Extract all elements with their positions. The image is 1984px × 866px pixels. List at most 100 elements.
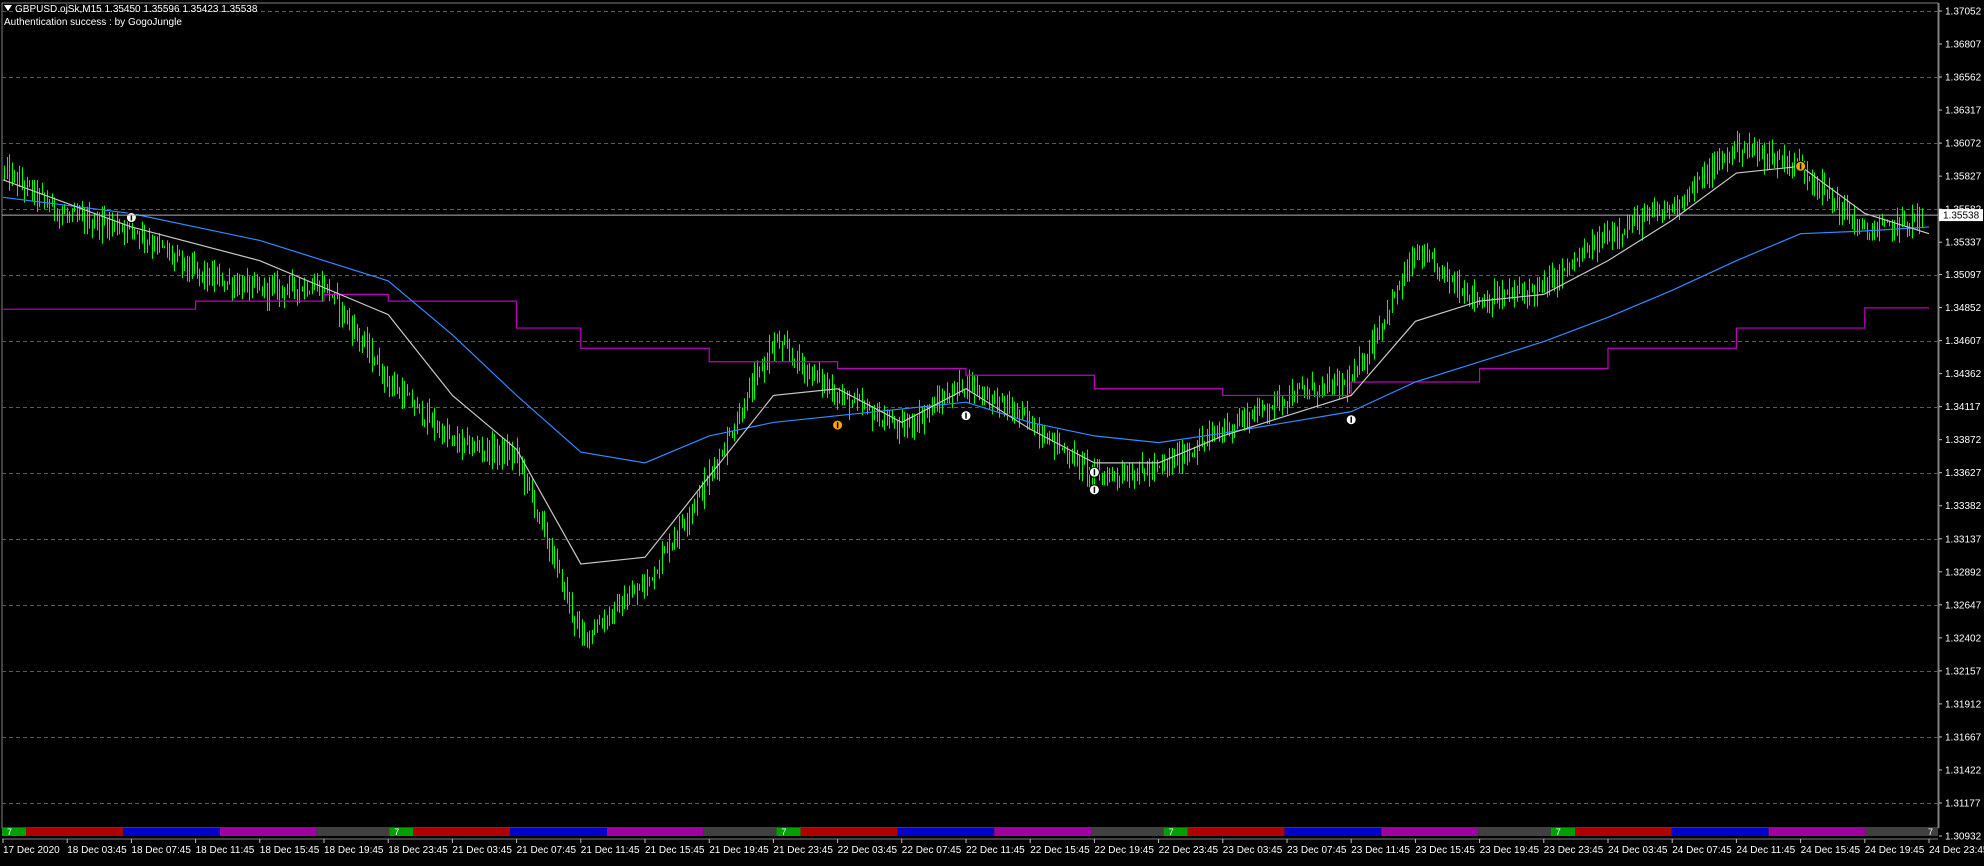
time-axis-label: 24 Dec 15:45 <box>1801 845 1861 856</box>
time-axis-label: 22 Dec 15:45 <box>1030 845 1090 856</box>
session-segment-green <box>1550 828 1575 836</box>
chart-header: GBPUSD.ojSk,M15 1.35450 1.35596 1.35423 … <box>4 3 257 29</box>
session-segment-gray <box>316 828 390 836</box>
time-axis-label: 22 Dec 07:45 <box>902 845 962 856</box>
session-segment-blue <box>1671 828 1769 836</box>
price-axis-label: 1.33627 <box>1945 468 1982 479</box>
price-axis-label: 1.33382 <box>1945 501 1982 512</box>
price-axis-label: 1.31912 <box>1945 699 1982 710</box>
time-axis-label: 22 Dec 23:45 <box>1159 845 1219 856</box>
symbol-line[interactable]: GBPUSD.ojSk,M15 1.35450 1.35596 1.35423 … <box>4 3 257 16</box>
session-marker: 7 <box>781 827 786 837</box>
price-axis-label: 1.32157 <box>1945 666 1982 677</box>
time-axis-label: 21 Dec 07:45 <box>517 845 577 856</box>
ma-blue-line <box>2 196 1930 464</box>
price-axis-label: 1.34607 <box>1945 336 1982 347</box>
time-axis-label: 24 Dec 11:45 <box>1736 845 1795 856</box>
session-segment-red <box>26 828 124 836</box>
time-axis-label: 21 Dec 03:45 <box>452 845 512 856</box>
session-segment-green <box>389 828 414 836</box>
time-axis-label: 23 Dec 07:45 <box>1287 845 1347 856</box>
session-marker: 7 <box>394 827 399 837</box>
price-axis-label: 1.35827 <box>1945 172 1982 183</box>
session-segment-magenta <box>994 828 1091 836</box>
time-axis-label: 18 Dec 03:45 <box>67 845 127 856</box>
time-axis-label: 18 Dec 23:45 <box>388 845 448 856</box>
time-axis-label: 23 Dec 23:45 <box>1544 845 1604 856</box>
moving-averages <box>2 165 1930 565</box>
time-axis-label: 23 Dec 15:45 <box>1415 845 1475 856</box>
session-segment-magenta <box>219 828 317 836</box>
signal-markers <box>125 160 1807 496</box>
time-axis-label: 18 Dec 19:45 <box>324 845 384 856</box>
price-axis-label: 1.31177 <box>1945 798 1981 809</box>
auth-status: Authentication success : by GogoJungle <box>4 17 182 28</box>
session-segment-red <box>1187 828 1285 836</box>
price-axis-label: 1.34852 <box>1945 303 1982 314</box>
session-marker: 7 <box>1169 827 1174 837</box>
time-axis-label: 18 Dec 11:45 <box>196 845 255 856</box>
session-bar: 7 7 7 7 7 7 <box>2 827 1938 837</box>
time-axis-label: 21 Dec 23:45 <box>773 845 833 856</box>
session-marker: 7 <box>1928 827 1933 837</box>
time-axis-label: 21 Dec 19:45 <box>709 845 769 856</box>
session-segment-blue <box>510 828 607 836</box>
time-axis-label: 18 Dec 15:45 <box>260 845 320 856</box>
session-segment-magenta <box>1768 828 1866 836</box>
price-chart[interactable]: 1.37052 1.36807 1.36562 1.36317 1.36072 1.358… <box>0 0 1984 861</box>
price-axis-label: 1.36317 <box>1945 106 1982 117</box>
session-segment-red <box>413 828 511 836</box>
time-axis-label: 24 Dec 23:45 <box>1929 845 1984 856</box>
ma-fast-line <box>2 165 1930 565</box>
session-segment-green <box>776 828 801 836</box>
price-axis-label: 1.30932 <box>1945 832 1982 843</box>
time-axis-label: 18 Dec 07:45 <box>131 845 191 856</box>
price-axis-label: 1.36562 <box>1945 73 1982 84</box>
session-segment-green <box>2 828 27 836</box>
time-axis-label: 22 Dec 11:45 <box>966 845 1025 856</box>
time-axis-label: 23 Dec 03:45 <box>1223 845 1283 856</box>
price-axis-label: 1.36072 <box>1945 139 1982 150</box>
time-axis-label: 23 Dec 19:45 <box>1480 845 1540 856</box>
price-axis-label: 1.34362 <box>1945 369 1982 380</box>
session-segment-red <box>1575 828 1672 836</box>
session-segment-red <box>800 828 898 836</box>
time-axis-label: 24 Dec 07:45 <box>1672 845 1732 856</box>
price-axis-label: 1.32402 <box>1945 633 1982 644</box>
time-axis-label: 24 Dec 03:45 <box>1608 845 1668 856</box>
price-axis-label: 1.36807 <box>1945 40 1982 51</box>
session-segment-blue <box>123 828 220 836</box>
chart-canvas[interactable]: 1.37052 1.36807 1.36562 1.36317 1.36072 1.358… <box>0 0 1984 861</box>
price-axis-label: 1.34117 <box>1945 402 1981 413</box>
session-segment-gray <box>1478 828 1551 836</box>
session-segment-magenta <box>607 828 704 836</box>
price-axis-label: 1.33137 <box>1945 534 1982 545</box>
price-axis-label: 1.35337 <box>1945 238 1982 249</box>
time-axis-label: 22 Dec 03:45 <box>838 845 898 856</box>
price-axis-label: 1.32892 <box>1945 567 1982 578</box>
session-marker: 7 <box>1556 827 1561 837</box>
session-marker: 7 <box>7 827 12 837</box>
price-axis-label: 1.32647 <box>1945 600 1982 611</box>
price-axis-label: 1.31422 <box>1945 765 1982 776</box>
time-axis-label: 24 Dec 19:45 <box>1865 845 1925 856</box>
price-axis-label: 1.37052 <box>1945 7 1982 18</box>
axes: 1.37052 1.36807 1.36562 1.36317 1.36072 1.358… <box>2 3 1984 856</box>
time-axis-label: 21 Dec 11:45 <box>581 845 640 856</box>
price-axis-label: 1.31667 <box>1945 732 1982 743</box>
ma-magenta-line <box>3 293 1929 397</box>
time-axis-label: 21 Dec 15:45 <box>645 845 705 856</box>
time-axis-label: 23 Dec 11:45 <box>1351 845 1410 856</box>
time-axis-label: 17 Dec 2020 <box>3 845 60 856</box>
session-segment-blue <box>897 828 995 836</box>
price-axis-label: 1.35097 <box>1945 270 1982 281</box>
session-segment-green <box>1163 828 1188 836</box>
session-segment-magenta <box>1381 828 1479 836</box>
session-segment-blue <box>1284 828 1382 836</box>
time-axis-label: 22 Dec 19:45 <box>1094 845 1154 856</box>
symbol-quote: GBPUSD.ojSk,M15 1.35450 1.35596 1.35423 … <box>15 4 258 15</box>
session-segment-gray <box>1091 828 1164 836</box>
current-price-label: 1.35538 <box>1943 211 1980 222</box>
price-axis-label: 1.33872 <box>1945 435 1982 446</box>
dropdown-triangle-icon[interactable] <box>4 5 12 11</box>
